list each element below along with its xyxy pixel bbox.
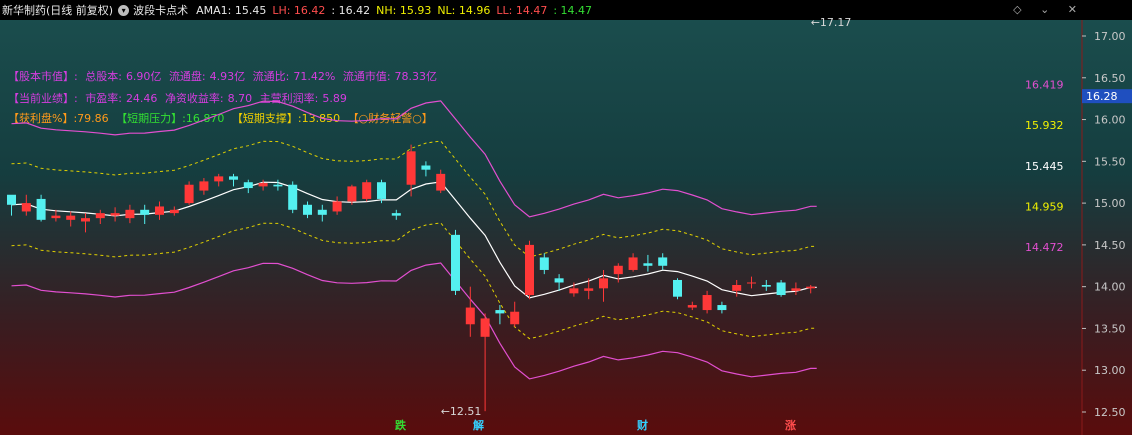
candle-body-50 — [747, 282, 756, 284]
candle-body-51 — [761, 284, 771, 287]
candle-body-26 — [391, 213, 401, 216]
band-label-1: 15.932 — [1025, 119, 1064, 132]
candle-body-11 — [169, 209, 179, 214]
y-tick-label-5: 15.00 — [1094, 197, 1126, 210]
candle-body-37 — [554, 278, 564, 283]
y-tick-label-4: 14.50 — [1094, 239, 1126, 252]
candle-body-35 — [525, 244, 534, 296]
candle-body-32 — [480, 318, 490, 337]
candle-body-47 — [702, 295, 712, 311]
candle-body-6 — [95, 213, 105, 219]
y-tick-label-0: 12.50 — [1094, 406, 1126, 419]
y-tick-label-1: 13.00 — [1094, 364, 1126, 377]
candle-body-4 — [66, 215, 76, 220]
candle-body-15 — [229, 176, 238, 180]
candle-body-33 — [495, 310, 505, 314]
candle-body-52 — [776, 282, 786, 296]
candle-body-20 — [303, 204, 312, 215]
candle-body-0 — [7, 194, 16, 205]
candle-body-14 — [214, 176, 224, 182]
candle-body-46 — [687, 305, 697, 308]
candle-body-25 — [377, 182, 386, 199]
candle-body-43 — [643, 263, 653, 266]
candle-body-44 — [658, 257, 668, 266]
candle-body-30 — [451, 234, 460, 291]
signal-label-3: 涨 — [785, 419, 796, 432]
band-label-0: 16.419 — [1025, 79, 1064, 92]
candle-body-7 — [110, 213, 120, 216]
band-label-2: 15.445 — [1025, 160, 1064, 173]
y-tick-label-9: 17.00 — [1094, 30, 1126, 43]
candle-body-9 — [140, 209, 150, 215]
signal-label-1: 解 — [473, 419, 484, 432]
candle-body-17 — [258, 183, 268, 187]
candle-body-24 — [362, 182, 372, 199]
candle-body-29 — [436, 173, 446, 191]
chart-window: { "header": { "stock_title": "新华制药(日线 前复… — [0, 0, 1132, 435]
candle-body-5 — [81, 218, 90, 222]
candle-body-8 — [125, 209, 135, 219]
signal-label-0: 跌 — [395, 419, 406, 432]
candle-body-54 — [806, 286, 816, 289]
band-label-3: 14.959 — [1025, 201, 1064, 214]
lower-mid-band-line — [11, 222, 817, 340]
candle-body-41 — [613, 265, 623, 275]
signal-label-2: 财 — [637, 419, 648, 432]
candle-body-2 — [36, 198, 46, 220]
candle-body-38 — [569, 288, 579, 294]
candlestick-chart[interactable]: 12.50 13.00 13.50 14.00 14.50 15.00 15.50 16.00… — [0, 0, 1132, 435]
candle-body-49 — [732, 284, 742, 291]
band-label-4: 14.472 — [1025, 241, 1064, 254]
candle-body-28 — [421, 165, 431, 170]
ama-line — [11, 181, 817, 299]
y-tick-label-3: 14.00 — [1094, 281, 1126, 294]
candle-body-21 — [317, 209, 327, 215]
candle-body-10 — [155, 206, 164, 215]
candle-body-12 — [184, 184, 194, 204]
y-tick-label-2: 13.50 — [1094, 322, 1126, 335]
candle-body-1 — [21, 203, 31, 212]
candle-body-16 — [243, 182, 253, 189]
y-tick-label-7: 16.00 — [1094, 114, 1126, 127]
y-tick-label-8: 16.50 — [1094, 72, 1126, 85]
candle-body-22 — [332, 201, 342, 212]
candle-body-45 — [673, 279, 682, 297]
candle-body-18 — [273, 184, 283, 187]
candle-body-23 — [347, 186, 357, 202]
candle-body-31 — [465, 307, 475, 325]
candle-body-39 — [584, 288, 594, 291]
candle-body-40 — [599, 278, 608, 289]
candle-body-19 — [288, 184, 298, 210]
candle-body-27 — [406, 151, 416, 185]
candle-body-3 — [51, 215, 61, 219]
candle-body-42 — [628, 257, 638, 270]
y-tick-label-6: 15.50 — [1094, 155, 1126, 168]
candle-body-36 — [539, 257, 549, 270]
candle-body-13 — [199, 181, 209, 191]
current-price-label: 16.28 — [1086, 90, 1118, 103]
lower-band-line — [11, 262, 817, 380]
candle-body-48 — [717, 305, 727, 311]
candle-body-34 — [510, 311, 520, 325]
annotation-0: ←17.17 — [811, 16, 852, 29]
candle-body-53 — [791, 288, 801, 291]
